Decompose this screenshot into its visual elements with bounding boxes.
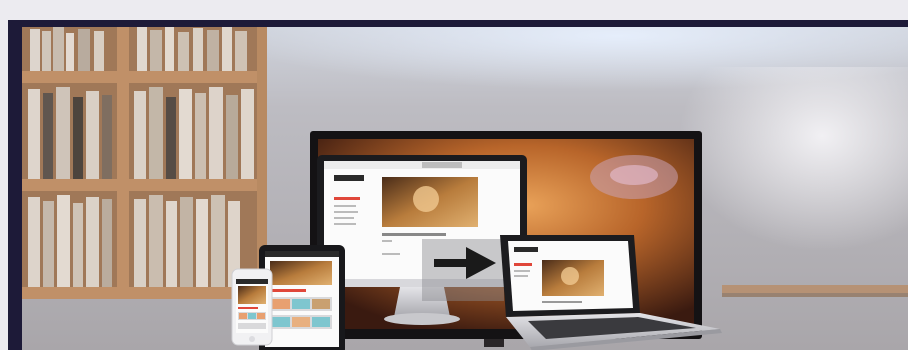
hero-frame: [8, 20, 908, 350]
hero-image: [22, 27, 908, 350]
bookshelf: [22, 27, 267, 299]
smartphone: [231, 268, 273, 346]
page: [0, 0, 908, 350]
top-band: [0, 0, 908, 20]
hero-illustration: [22, 27, 908, 350]
right-shelf: [722, 285, 908, 293]
play-arrow-icon: [422, 239, 504, 301]
